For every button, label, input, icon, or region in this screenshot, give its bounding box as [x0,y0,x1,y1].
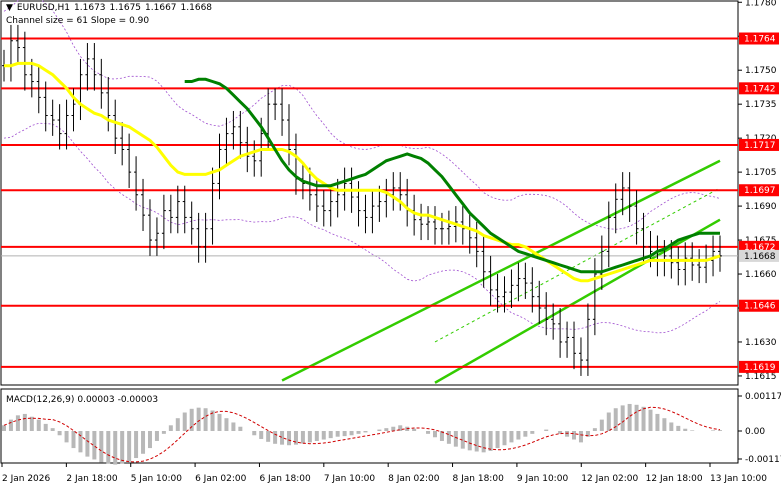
high-price: 1.1675 [109,3,142,13]
close-price: 1.1668 [180,3,213,13]
level-label: 1.1697 [744,186,776,196]
y-tick-label: 1.1630 [745,338,777,348]
x-tick-label: 7 Jan 10:00 [324,474,376,484]
level-label: 1.1742 [744,84,776,94]
y-tick-label: 1.1750 [745,66,777,76]
x-tick-label: 9 Jan 10:00 [517,474,569,484]
level-label: 1.1646 [744,302,776,312]
x-tick-label: 6 Jan 02:00 [195,474,247,484]
macd-tick-label: 0.00 [745,427,765,437]
open-price: 1.1673 [74,3,106,13]
symbol-arrow-icon: ▼ [6,3,13,13]
level-label: 1.1619 [744,363,776,373]
macd-signal-value: -0.00003 [117,395,159,405]
y-tick-label: 1.1735 [745,100,777,110]
macd-tick-label: 0.00117 [745,392,781,402]
x-tick-label: 8 Jan 02:00 [388,474,440,484]
y-tick-label: 1.1615 [745,372,777,382]
y-tick-label: 1.1690 [745,202,777,212]
low-price: 1.1667 [145,3,177,13]
macd-tick-label: -0.00117 [745,455,781,465]
level-label: 1.1717 [744,141,776,151]
x-tick-label: 5 Jan 10:00 [131,474,183,484]
y-tick-label: 1.1780 [745,0,777,8]
x-tick-label: 8 Jan 18:00 [453,474,505,484]
y-tick-label: 1.1660 [745,270,777,280]
x-tick-label: 2 Jan 2026 [2,474,50,484]
symbol-header: ▼ EURUSD,H1 1.1673 1.1675 1.1667 1.1668 [6,3,216,13]
channel-info: Channel size = 61 Slope = 0.90 [6,16,150,26]
x-tick-label: 12 Jan 18:00 [646,474,703,484]
x-tick-label: 2 Jan 18:00 [66,474,118,484]
x-tick-label: 13 Jan 10:00 [710,474,767,484]
y-tick-label: 1.1705 [745,168,777,178]
current-price-label: 1.1668 [744,252,776,262]
symbol-name: EURUSD,H1 [16,3,71,13]
x-tick-label: 12 Jan 02:00 [581,474,638,484]
macd-label: MACD(12,26,9) [6,395,75,405]
chart-background [0,0,781,489]
x-tick-label: 6 Jan 18:00 [259,474,311,484]
macd-header: MACD(12,26,9) 0.00003 -0.00003 [6,395,161,405]
level-label: 1.1764 [744,35,776,45]
macd-main-value: 0.00003 [77,395,115,405]
price-chart: 1.17801.17651.17501.17351.17201.17051.16… [0,0,781,489]
